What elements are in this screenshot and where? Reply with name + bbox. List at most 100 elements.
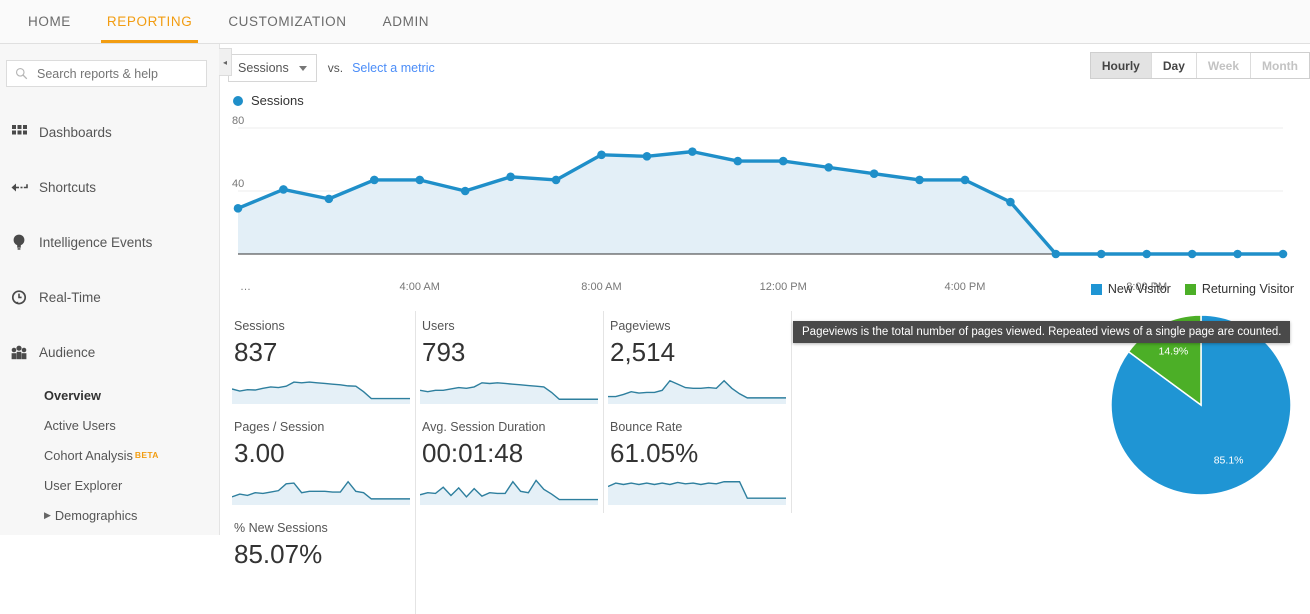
metric-card-title: Pages / Session bbox=[234, 420, 325, 434]
vs-label: vs. bbox=[327, 61, 344, 75]
metric-card-title: Users bbox=[422, 319, 455, 333]
metric-card[interactable]: Users 793 bbox=[416, 311, 604, 412]
lightbulb-icon bbox=[4, 234, 34, 251]
metric-card-title: Avg. Session Duration bbox=[422, 420, 546, 434]
metric-card-value: 3.00 bbox=[234, 438, 285, 468]
date-granularity-group: Hourly Day Week Month bbox=[1089, 52, 1310, 79]
y-axis-tick-80: 80 bbox=[232, 115, 245, 127]
pie-slice-label: 85.1% bbox=[1214, 455, 1244, 467]
metric-card-sparkline bbox=[232, 480, 410, 505]
sidebar-item-shortcuts[interactable]: Shortcuts bbox=[0, 160, 219, 215]
granularity-hourly-button[interactable]: Hourly bbox=[1090, 53, 1152, 78]
sidebar-collapse-button[interactable]: ◂ bbox=[219, 48, 232, 76]
pageviews-tooltip: Pageviews is the total number of pages v… bbox=[793, 321, 1291, 343]
legend-swatch-returning-visitor bbox=[1184, 283, 1196, 295]
sidebar-item-label: Intelligence Events bbox=[39, 235, 153, 250]
legend-dot-sessions bbox=[233, 95, 243, 106]
topnav-label: CUSTOMIZATION bbox=[228, 14, 347, 29]
sidebar-item-dashboards[interactable]: Dashboards bbox=[0, 105, 219, 160]
pie-slice-label: 14.9% bbox=[1158, 345, 1188, 357]
sessions-line-chart[interactable]: 80 40 bbox=[228, 115, 1296, 281]
topnav-item-admin[interactable]: ADMIN bbox=[365, 0, 448, 43]
x-axis-tick: … bbox=[240, 281, 251, 293]
sidebar-nav-list: Dashboards Shortcuts Intelligence Events… bbox=[0, 105, 219, 530]
granularity-day-button[interactable]: Day bbox=[1151, 53, 1197, 78]
metric-cards: Sessions 837 Users 793 Pageviews 2,514 Pages /… bbox=[228, 311, 793, 614]
sidebar-item-intelligence-events[interactable]: Intelligence Events bbox=[0, 215, 219, 270]
sidebar-subitem-label: User Explorer bbox=[44, 477, 123, 493]
metric-card-sparkline bbox=[420, 479, 598, 505]
metric-card-value: 61.05% bbox=[610, 438, 699, 468]
sidebar-subitem-label: Active Users bbox=[44, 417, 116, 433]
metric-card-value: 837 bbox=[234, 337, 278, 367]
metric-card-sparkline bbox=[420, 382, 598, 404]
legend-new-visitor: New Visitor bbox=[1090, 282, 1171, 296]
legend-swatch-new-visitor bbox=[1090, 283, 1102, 295]
chart-toolbar: Sessions vs. Select a metric Hourly Day … bbox=[228, 44, 1310, 86]
x-axis-tick: 12:00 PM bbox=[759, 281, 807, 293]
sidebar-item-real-time[interactable]: Real-Time bbox=[0, 270, 219, 325]
sidebar-subitem-label: Demographics bbox=[54, 507, 138, 523]
topnav-label: ADMIN bbox=[382, 14, 430, 29]
granularity-month-button: Month bbox=[1251, 53, 1309, 78]
metric-card[interactable]: Avg. Session Duration 00:01:48 bbox=[416, 412, 604, 513]
chevron-right-icon: ▶ bbox=[44, 509, 51, 520]
metric-card[interactable]: Pageviews 2,514 bbox=[604, 311, 792, 412]
grid-icon bbox=[4, 125, 34, 140]
metric-card[interactable]: Sessions 837 bbox=[228, 311, 416, 412]
sidebar-item-label: Shortcuts bbox=[39, 180, 97, 195]
metric-card-value: 85.07% bbox=[234, 539, 323, 569]
topnav-label: HOME bbox=[28, 14, 71, 29]
search-icon bbox=[15, 67, 28, 80]
x-axis-tick: 8:00 AM bbox=[581, 281, 622, 293]
x-axis-tick: 4:00 AM bbox=[399, 281, 440, 293]
top-navigation-bar: HOME REPORTING CUSTOMIZATION ADMIN bbox=[0, 0, 1310, 44]
metric-card-title: Pageviews bbox=[610, 319, 671, 333]
metric-card-title: % New Sessions bbox=[234, 521, 328, 535]
legend-returning-visitor: Returning Visitor bbox=[1184, 282, 1294, 296]
sidebar-item-overview[interactable]: Overview bbox=[44, 380, 219, 410]
metric-card[interactable]: % New Sessions 85.07% bbox=[228, 513, 416, 614]
clock-icon bbox=[4, 289, 34, 306]
metric-card[interactable]: Pages / Session 3.00 bbox=[228, 412, 416, 513]
legend-label-sessions: Sessions bbox=[251, 93, 304, 108]
sidebar-item-cohort-analysis[interactable]: Cohort Analysis BETA bbox=[44, 440, 219, 470]
granularity-label: Hourly bbox=[1101, 58, 1140, 73]
metric-card-title: Sessions bbox=[234, 319, 285, 333]
topnav-item-customization[interactable]: CUSTOMIZATION bbox=[210, 0, 364, 43]
metric-card-sparkline bbox=[608, 481, 786, 505]
search-box[interactable] bbox=[6, 60, 207, 87]
main-content: Sessions vs. Select a metric Hourly Day … bbox=[220, 44, 1310, 614]
sidebar: Dashboards Shortcuts bbox=[0, 44, 232, 535]
collapse-arrow-icon: ◂ bbox=[222, 57, 227, 67]
topnav-item-home[interactable]: HOME bbox=[10, 0, 89, 43]
search-input[interactable] bbox=[35, 65, 198, 82]
sidebar-subitem-label: Cohort Analysis bbox=[44, 447, 133, 463]
chart-legend: Sessions bbox=[233, 93, 1296, 108]
sidebar-subitem-label: Overview bbox=[44, 387, 101, 403]
chevron-down-icon bbox=[298, 65, 307, 71]
metric-card-value: 793 bbox=[422, 337, 466, 367]
sidebar-item-active-users[interactable]: Active Users bbox=[44, 410, 219, 440]
line-chart-svg bbox=[233, 127, 1288, 259]
metric-card[interactable]: Bounce Rate 61.05% bbox=[604, 412, 792, 513]
y-axis-tick-40: 40 bbox=[232, 178, 245, 190]
pie-chart-legend: New Visitor Returning Visitor bbox=[1090, 282, 1294, 296]
metric-select-value: Sessions bbox=[238, 61, 289, 75]
sidebar-item-user-explorer[interactable]: User Explorer bbox=[44, 470, 219, 500]
metric-card-title: Bounce Rate bbox=[610, 420, 683, 434]
sidebar-item-label: Dashboards bbox=[39, 125, 112, 140]
legend-label-returning-visitor: Returning Visitor bbox=[1201, 282, 1294, 296]
topnav-item-reporting[interactable]: REPORTING bbox=[89, 0, 210, 43]
sidebar-item-audience[interactable]: Audience bbox=[0, 325, 219, 380]
metric-card-sparkline bbox=[608, 379, 786, 404]
metric-select-dropdown[interactable]: Sessions bbox=[228, 54, 317, 82]
sidebar-item-label: Audience bbox=[39, 345, 96, 360]
sidebar-item-label: Real-Time bbox=[39, 290, 101, 305]
select-metric-link[interactable]: Select a metric bbox=[352, 61, 435, 75]
granularity-week-button: Week bbox=[1196, 53, 1252, 78]
metric-card-value: 2,514 bbox=[610, 337, 676, 367]
granularity-label: Day bbox=[1162, 58, 1185, 73]
granularity-label: Month bbox=[1262, 58, 1298, 73]
sidebar-item-demographics[interactable]: ▶ Demographics bbox=[44, 500, 219, 530]
